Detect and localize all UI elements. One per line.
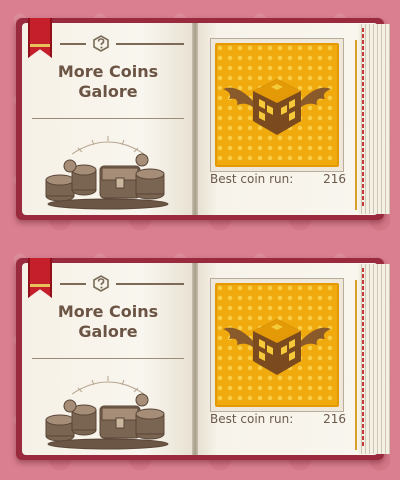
preview-tile	[215, 283, 339, 407]
preview-tile	[215, 43, 339, 167]
stage-title-line2: Galore	[78, 322, 138, 341]
header-rule-left	[60, 43, 86, 45]
page-tab-marks	[362, 268, 364, 448]
title-divider	[32, 118, 184, 119]
page-tab-marks	[362, 28, 364, 208]
stage-title-line1: More Coins	[57, 302, 159, 321]
winged-question-block-icon	[223, 79, 331, 135]
stage-title-line2: Galore	[78, 82, 138, 101]
winged-question-block-icon	[223, 319, 331, 375]
stat-value: 216	[323, 172, 346, 186]
course-journal-panel[interactable]: More Coins Galore Best coin run: 216	[16, 258, 390, 460]
coin-treasure-pile-icon	[45, 136, 169, 210]
stat-label: Best coin run:	[210, 412, 294, 426]
coin-treasure-pile-icon	[45, 376, 169, 450]
header-rule-right	[116, 43, 184, 45]
stage-preview-frame	[210, 278, 344, 412]
question-block-emblem-icon	[93, 35, 109, 52]
stat-label: Best coin run:	[210, 172, 294, 186]
bookmark-edge-line	[355, 280, 357, 450]
bookmark-edge-line	[355, 40, 357, 210]
header-rule-right	[116, 283, 184, 285]
course-journal-panel[interactable]: More Coins Galore Best coin run: 216	[16, 18, 390, 220]
stage-title-line1: More Coins	[57, 62, 159, 81]
header-rule-left	[60, 283, 86, 285]
book-spine	[192, 263, 198, 455]
title-divider	[32, 358, 184, 359]
question-block-emblem-icon	[93, 275, 109, 292]
book-spine	[192, 23, 198, 215]
stat-value: 216	[323, 412, 346, 426]
stage-preview-frame	[210, 38, 344, 172]
